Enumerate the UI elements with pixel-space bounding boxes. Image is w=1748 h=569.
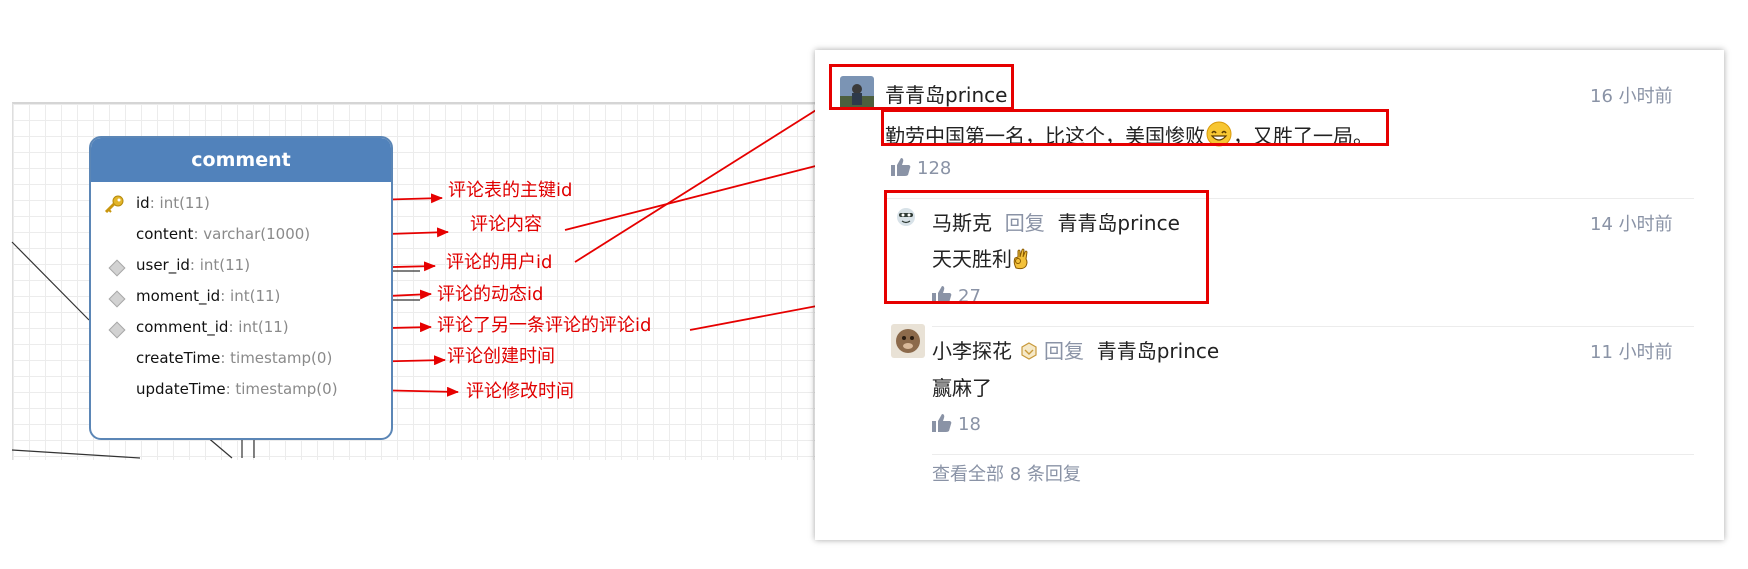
- divider: [932, 454, 1694, 455]
- diamond-icon: [108, 259, 126, 277]
- comment-panel: 青青岛prince 16 小时前 勤劳中国第一名，比这个，美国惨败 ，又胜了一局。…: [815, 50, 1724, 540]
- key-icon: [104, 195, 124, 214]
- like-count: 128: [917, 158, 952, 179]
- field-type: : int(11): [228, 318, 289, 336]
- annotation-comment-id: 评论了另一条评论的评论id: [437, 315, 652, 336]
- reply-label: 回复: [1044, 339, 1084, 363]
- comment-entity: comment id: int(11) content: varchar(100…: [89, 136, 393, 440]
- level-badge-icon: [1021, 342, 1037, 360]
- like-count: 18: [958, 414, 981, 435]
- field-name: id: [136, 194, 150, 212]
- annotation-update-time: 评论修改时间: [466, 381, 574, 402]
- avatar-photo-icon: [891, 324, 925, 358]
- field-name: createTime: [136, 349, 221, 367]
- field-user-id: user_id: int(11): [136, 256, 250, 274]
- field-moment-id: moment_id: int(11): [136, 287, 280, 305]
- thumbs-up-icon: [932, 414, 952, 432]
- diamond-icon: [108, 321, 126, 339]
- annotation-user-id: 评论的用户id: [446, 252, 553, 273]
- arrow-to-user: [574, 94, 841, 263]
- field-type: : int(11): [149, 194, 210, 212]
- reply-time: 11 小时前: [1590, 342, 1673, 363]
- field-name: content: [136, 225, 194, 243]
- field-type: : varchar(1000): [193, 225, 311, 243]
- field-name: comment_id: [136, 318, 229, 336]
- field-comment-id: comment_id: int(11): [136, 318, 289, 336]
- annotation-moment-id: 评论的动态id: [437, 284, 544, 305]
- field-type: : timestamp(0): [220, 349, 333, 367]
- highlight-author-box: [829, 64, 1014, 110]
- like-button[interactable]: 128: [891, 158, 951, 179]
- reply-time: 14 小时前: [1590, 214, 1673, 235]
- view-all-replies-link[interactable]: 查看全部 8 条回复: [932, 460, 1081, 486]
- field-name: user_id: [136, 256, 190, 274]
- diamond-icon: [108, 290, 126, 308]
- annotation-content: 评论内容: [470, 214, 542, 235]
- divider: [932, 326, 1694, 327]
- entity-title: comment: [91, 138, 391, 182]
- comment-time: 16 小时前: [1590, 86, 1673, 107]
- annotation-primary-key: 评论表的主键id: [448, 180, 573, 201]
- field-type: : int(11): [189, 256, 251, 274]
- field-id: id: int(11): [136, 194, 210, 212]
- thumbs-up-icon: [891, 158, 911, 176]
- highlight-content-box: [881, 109, 1389, 146]
- avatar[interactable]: [891, 324, 925, 358]
- reply-author[interactable]: 小李探花: [932, 339, 1012, 363]
- annotation-create-time: 评论创建时间: [447, 346, 555, 367]
- field-type: : timestamp(0): [225, 380, 338, 398]
- field-name: moment_id: [136, 287, 221, 305]
- field-update-time: updateTime: timestamp(0): [136, 380, 338, 398]
- field-name: updateTime: [136, 380, 226, 398]
- like-button[interactable]: 18: [932, 414, 981, 435]
- reply-author-line: 小李探花 回复 青青岛prince: [932, 335, 1219, 364]
- reply-text: 赢麻了: [932, 376, 992, 400]
- field-create-time: createTime: timestamp(0): [136, 349, 332, 367]
- field-type: : int(11): [220, 287, 281, 305]
- highlight-reply-box: [884, 190, 1209, 304]
- field-content: content: varchar(1000): [136, 225, 310, 243]
- reply-target[interactable]: 青青岛prince: [1097, 339, 1219, 363]
